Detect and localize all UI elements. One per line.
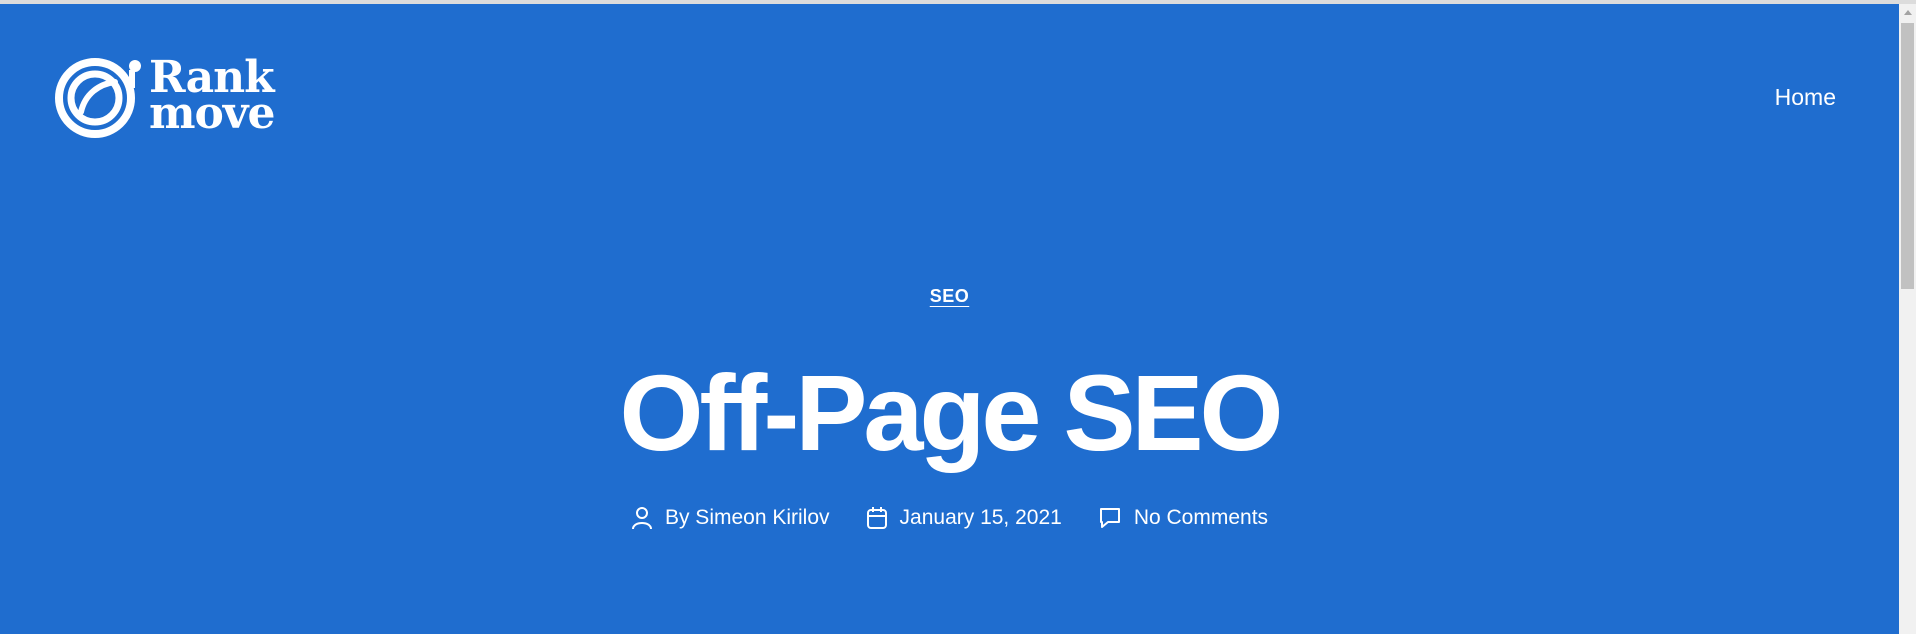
category-link-seo[interactable]: SEO <box>930 286 970 306</box>
post-category: SEO <box>0 286 1899 307</box>
vertical-scrollbar[interactable] <box>1899 4 1916 634</box>
author-name[interactable]: By Simeon Kirilov <box>665 506 830 530</box>
nav-home-link[interactable]: Home <box>1775 84 1836 111</box>
comments-count[interactable]: No Comments <box>1134 506 1268 530</box>
calendar-icon <box>866 507 887 529</box>
post-date[interactable]: January 15, 2021 <box>866 506 1062 530</box>
comment-bubble-icon <box>1099 508 1120 528</box>
page-title: Off-Page SEO <box>619 352 1283 473</box>
astronaut-helmet-icon <box>55 58 141 138</box>
post-author[interactable]: By Simeon Kirilov <box>631 506 830 530</box>
date-text[interactable]: January 15, 2021 <box>900 506 1062 530</box>
post-meta: By Simeon Kirilov January 15, 2021 No Co… <box>0 506 1899 530</box>
post-header: Rank move Home SEO Off-Page SEO By Simeo… <box>0 4 1899 634</box>
scroll-up-arrow-icon[interactable] <box>1899 4 1916 21</box>
person-icon <box>631 507 652 530</box>
site-logo-link[interactable]: Rank move <box>55 54 295 144</box>
scrollbar-thumb[interactable] <box>1901 23 1914 289</box>
logo-line-2: move <box>149 88 275 139</box>
logo-wordmark: Rank move <box>149 56 275 139</box>
post-comments[interactable]: No Comments <box>1098 506 1268 530</box>
